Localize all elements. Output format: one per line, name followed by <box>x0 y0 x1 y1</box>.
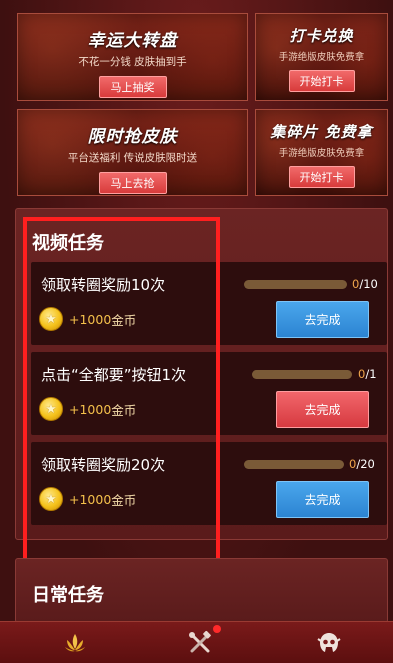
grab-now-button[interactable]: 马上去抢 <box>98 172 167 194</box>
complete-task-button[interactable]: 去完成 <box>276 481 369 518</box>
lotus-icon[interactable] <box>62 630 88 656</box>
task-progress-text: 0/20 <box>349 457 375 471</box>
skin-grab-title: 限时抢皮肤 <box>87 127 178 147</box>
shards-card[interactable]: 集碎片 免费拿 手游绝版皮肤免费拿 开始打卡 <box>255 109 388 196</box>
bottom-nav <box>0 621 393 663</box>
task-progress-bar <box>244 460 344 469</box>
skin-grab-subtitle: 平台送福利 传说皮肤限时送 <box>67 152 198 164</box>
start-checkin-button[interactable]: 开始打卡 <box>288 70 355 92</box>
task-progress-bar <box>252 370 352 379</box>
shards-subtitle: 手游绝版皮肤免费拿 <box>278 148 365 159</box>
lucky-wheel-card[interactable]: 幸运大转盘 不花一分钱 皮肤抽到手 马上抽奖 <box>17 13 248 101</box>
tools-icon[interactable] <box>187 630 213 656</box>
shards-title: 集碎片 免费拿 <box>270 123 373 141</box>
lucky-wheel-title: 幸运大转盘 <box>87 31 178 51</box>
checkin-card[interactable]: 打卡兑换 手游绝版皮肤免费拿 开始打卡 <box>255 13 388 101</box>
checkin-subtitle: 手游绝版皮肤免费拿 <box>278 52 365 63</box>
daily-tasks-panel: 日常任务 <box>15 558 388 623</box>
daily-tasks-title: 日常任务 <box>32 585 104 606</box>
highlight-frame <box>23 217 220 579</box>
task-progress-bar <box>244 280 347 289</box>
complete-task-button[interactable]: 去完成 <box>276 301 369 338</box>
skin-helmet-icon[interactable] <box>316 630 342 656</box>
skin-grab-card[interactable]: 限时抢皮肤 平台送福利 传说皮肤限时送 马上去抢 <box>17 109 248 196</box>
complete-task-button[interactable]: 去完成 <box>276 391 369 428</box>
checkin-title: 打卡兑换 <box>289 27 354 45</box>
notification-dot <box>213 625 221 633</box>
task-progress-text: 0/10 <box>352 277 378 291</box>
draw-now-button[interactable]: 马上抽奖 <box>98 76 167 98</box>
shards-checkin-button[interactable]: 开始打卡 <box>288 166 355 188</box>
task-progress-text: 0/1 <box>358 367 377 381</box>
lucky-wheel-subtitle: 不花一分钱 皮肤抽到手 <box>78 56 187 68</box>
